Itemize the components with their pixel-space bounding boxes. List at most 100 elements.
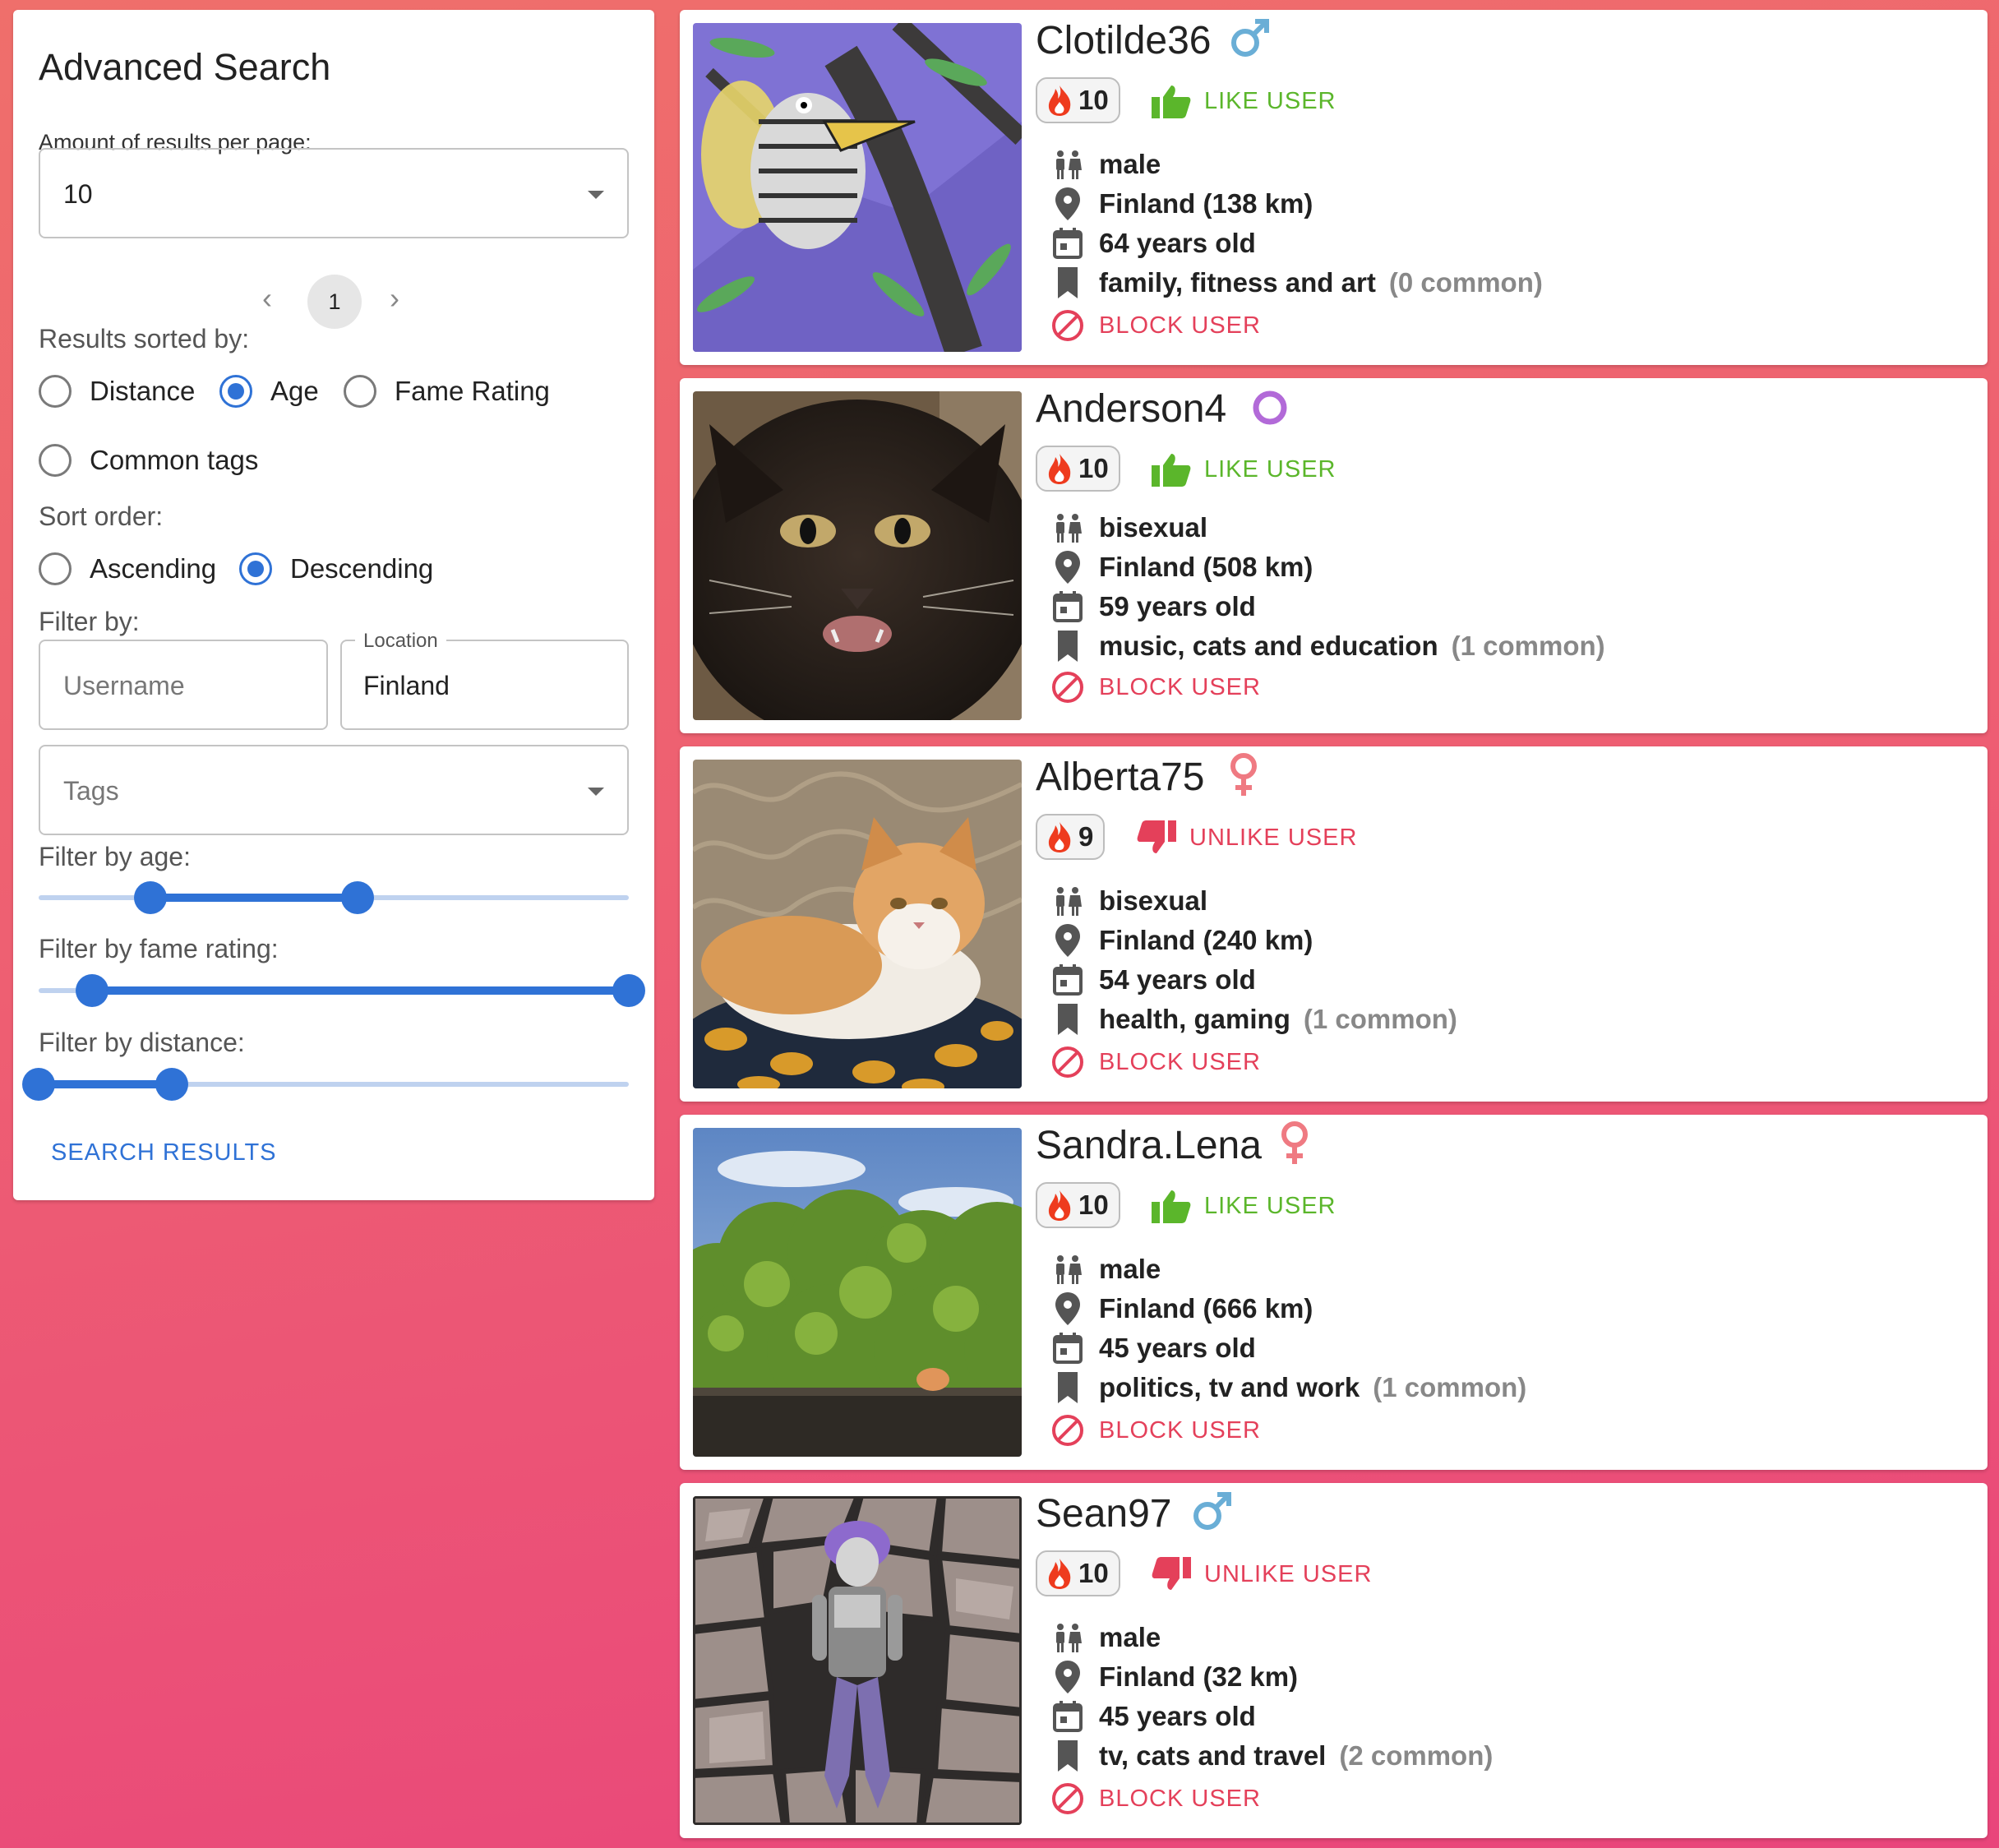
search-results-button[interactable]: SEARCH RESULTS xyxy=(51,1139,277,1167)
unlike-user-label: UNLIKE USER xyxy=(1189,824,1358,851)
user-photo[interactable] xyxy=(693,391,1022,720)
block-user-button[interactable]: BLOCK USER xyxy=(1051,1412,1261,1448)
slider-track xyxy=(39,1080,172,1088)
fire-icon xyxy=(1046,1189,1073,1222)
user-photo[interactable] xyxy=(693,1496,1022,1825)
thumbs-down-icon xyxy=(1137,820,1176,855)
tags-value: politics, tv and work xyxy=(1099,1372,1360,1402)
radio-checked-icon xyxy=(219,375,252,408)
male-symbol-icon xyxy=(1227,15,1273,72)
tags-row: politics, tv and work (1 common) xyxy=(1051,1370,1526,1406)
page-button-current[interactable]: 1 xyxy=(307,275,362,329)
calendar-icon xyxy=(1051,964,1084,996)
dropdown-arrow-icon xyxy=(588,191,604,199)
slider-thumb-min[interactable] xyxy=(75,974,108,1007)
fame-badge: 10 xyxy=(1036,446,1120,492)
slider-track xyxy=(91,986,629,995)
orientation-value: bisexual xyxy=(1099,885,1208,916)
common-tags-count: (1 common) xyxy=(1373,1372,1527,1402)
like-user-button[interactable]: LIKE USER xyxy=(1152,447,1337,492)
location-floating-label: Location xyxy=(355,630,446,653)
like-user-button[interactable]: LIKE USER xyxy=(1152,1184,1337,1228)
tags-value: family, fitness and art xyxy=(1099,267,1376,298)
map-pin-icon xyxy=(1051,924,1084,957)
radio-icon xyxy=(39,444,72,477)
location-row: Finland (138 km) xyxy=(1051,186,1313,222)
orientation-value: male xyxy=(1099,149,1161,179)
age-range-slider[interactable] xyxy=(39,881,629,914)
location-value: Finland (508 km) xyxy=(1099,552,1313,582)
like-user-label: LIKE USER xyxy=(1204,455,1337,483)
location-value: Finland (138 km) xyxy=(1099,188,1313,219)
thumbs-down-icon xyxy=(1152,1557,1191,1592)
username-input[interactable]: Username xyxy=(39,640,328,730)
slider-thumb-min[interactable] xyxy=(22,1068,55,1101)
location-value: Finland (32 km) xyxy=(1099,1661,1299,1692)
block-user-label: BLOCK USER xyxy=(1099,1785,1261,1812)
sort-option-common-tags[interactable]: Common tags xyxy=(39,441,258,480)
username[interactable]: Clotilde36 xyxy=(1036,18,1211,63)
fame-value: 10 xyxy=(1078,453,1109,483)
user-photo[interactable] xyxy=(693,1128,1022,1457)
chevron-left-icon[interactable]: ‹ xyxy=(262,281,272,316)
unlike-user-button[interactable]: UNLIKE USER xyxy=(1137,815,1357,860)
radio-icon xyxy=(39,375,72,408)
age-row: 64 years old xyxy=(1051,225,1256,261)
location-row: Finland (240 km) xyxy=(1051,922,1313,959)
map-pin-icon xyxy=(1051,1661,1084,1693)
fame-badge: 10 xyxy=(1036,1550,1120,1596)
bookmark-icon xyxy=(1051,1004,1084,1035)
tags-select[interactable]: Tags xyxy=(39,745,629,835)
orientation-row: bisexual xyxy=(1051,510,1207,546)
location-value: Finland (240 km) xyxy=(1099,925,1313,955)
fame-value: 9 xyxy=(1078,821,1094,852)
like-user-button[interactable]: LIKE USER xyxy=(1152,79,1337,123)
username[interactable]: Sean97 xyxy=(1036,1491,1172,1536)
per-page-select[interactable]: 10 xyxy=(39,148,629,238)
age-value: 59 years old xyxy=(1099,591,1256,621)
radio-icon xyxy=(344,375,376,408)
location-value: Finland xyxy=(363,671,450,700)
slider-thumb-min[interactable] xyxy=(134,881,168,914)
location-input[interactable]: Location Finland xyxy=(340,630,629,730)
user-photo[interactable] xyxy=(693,23,1022,352)
block-icon xyxy=(1051,671,1084,704)
dropdown-arrow-icon xyxy=(588,788,604,796)
distance-range-slider[interactable] xyxy=(22,1068,629,1101)
fame-range-slider[interactable] xyxy=(39,974,645,1007)
block-user-button[interactable]: BLOCK USER xyxy=(1051,669,1261,705)
tags-row: health, gaming (1 common) xyxy=(1051,1001,1457,1037)
unlike-user-button[interactable]: UNLIKE USER xyxy=(1152,1552,1372,1596)
user-card: Clotilde36 10 LIKE USER male Finland (13… xyxy=(680,10,1987,365)
slider-thumb-max[interactable] xyxy=(612,974,645,1007)
block-user-button[interactable]: BLOCK USER xyxy=(1051,1044,1261,1080)
female-symbol-icon xyxy=(1226,751,1262,810)
slider-thumb-max[interactable] xyxy=(155,1068,188,1101)
sort-option-age[interactable]: Age xyxy=(219,372,319,411)
age-row: 59 years old xyxy=(1051,589,1256,625)
block-icon xyxy=(1051,309,1084,342)
block-user-button[interactable]: BLOCK USER xyxy=(1051,307,1261,344)
fame-value: 10 xyxy=(1078,85,1109,115)
sort-option-distance[interactable]: Distance xyxy=(39,372,195,411)
username[interactable]: Sandra.Lena xyxy=(1036,1123,1262,1168)
tags-placeholder: Tags xyxy=(63,776,119,806)
order-option-ascending[interactable]: Ascending xyxy=(39,549,216,589)
user-photo[interactable] xyxy=(693,760,1022,1088)
sort-option-label: Distance xyxy=(90,376,196,406)
orientation-value: bisexual xyxy=(1099,512,1208,543)
order-option-label: Ascending xyxy=(90,553,217,584)
username[interactable]: Anderson4 xyxy=(1036,386,1226,432)
chevron-right-icon[interactable]: › xyxy=(390,281,399,316)
radio-icon xyxy=(39,552,72,585)
tags-row: music, cats and education (1 common) xyxy=(1051,628,1605,664)
people-icon xyxy=(1051,150,1084,179)
block-user-button[interactable]: BLOCK USER xyxy=(1051,1781,1261,1817)
sort-option-fame-rating[interactable]: Fame Rating xyxy=(344,372,550,411)
order-option-descending[interactable]: Descending xyxy=(239,549,433,589)
block-icon xyxy=(1051,1782,1084,1815)
slider-thumb-max[interactable] xyxy=(340,881,374,914)
block-user-label: BLOCK USER xyxy=(1099,673,1261,700)
tags-value: music, cats and education xyxy=(1099,631,1438,661)
username[interactable]: Alberta75 xyxy=(1036,755,1204,800)
